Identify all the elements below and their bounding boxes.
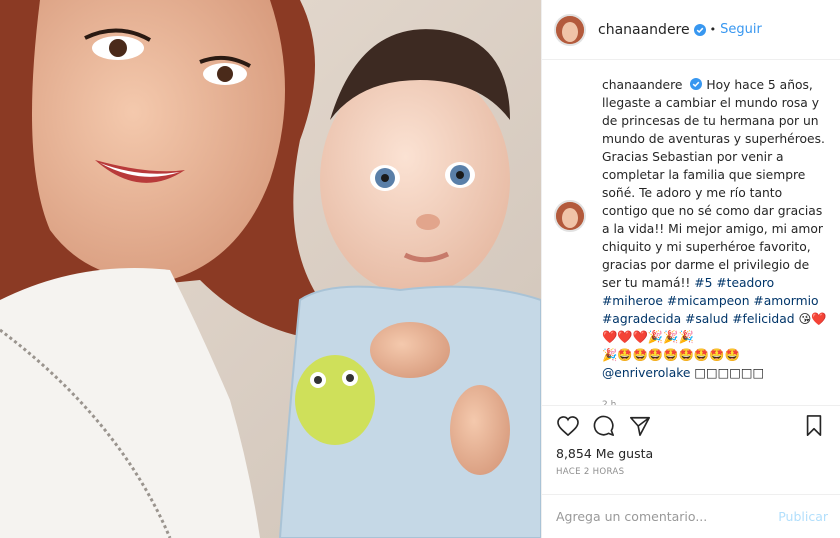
caption-verified-icon	[690, 78, 703, 90]
post-header: chanaandere • Seguir	[542, 0, 840, 60]
separator-dot: •	[709, 23, 717, 36]
verified-badge-icon	[693, 23, 706, 36]
caption-body: chanaandere Hoy hace 5 años, llegaste a …	[602, 76, 828, 405]
comment-button[interactable]	[592, 414, 616, 438]
caption-text: Hoy hace 5 años, llegaste a cambiar el m…	[602, 78, 825, 290]
share-button[interactable]	[628, 414, 652, 438]
save-button[interactable]	[802, 414, 826, 438]
caption-mention-suffix: □□□□□□	[694, 366, 765, 380]
caption-emojis-2: 🎉🤩🤩🤩🤩🤩🤩🤩🤩	[602, 348, 740, 362]
posted-time: HACE 2 HORAS	[556, 467, 625, 477]
caption-mention[interactable]: @enriverolake	[602, 366, 690, 380]
comment-input[interactable]	[556, 509, 779, 524]
publish-button[interactable]: Publicar	[778, 509, 828, 524]
like-button[interactable]	[556, 414, 580, 438]
caption-avatar[interactable]	[554, 200, 586, 232]
follow-button[interactable]: Seguir	[720, 22, 762, 37]
caption-time: 2 h	[602, 400, 617, 405]
post-side-panel: chanaandere • Seguir chanaandere Hoy hac…	[541, 0, 840, 538]
instagram-post: chanaandere • Seguir chanaandere Hoy hac…	[0, 0, 840, 538]
post-photo[interactable]	[0, 0, 541, 538]
post-photo-illustration	[0, 0, 541, 538]
comment-icon	[593, 415, 614, 436]
bookmark-icon	[806, 415, 822, 436]
likes-count[interactable]: 8,854 Me gusta	[556, 446, 826, 461]
caption-username[interactable]: chanaandere	[602, 78, 682, 92]
caption: chanaandere Hoy hace 5 años, llegaste a …	[554, 76, 828, 405]
heart-icon	[557, 416, 579, 436]
share-icon	[630, 416, 650, 436]
header-username[interactable]: chanaandere	[598, 22, 690, 38]
add-comment-bar: Publicar	[542, 494, 840, 538]
avatar[interactable]	[554, 13, 586, 46]
comments-area: chanaandere Hoy hace 5 años, llegaste a …	[542, 60, 840, 405]
action-icons	[556, 406, 826, 446]
